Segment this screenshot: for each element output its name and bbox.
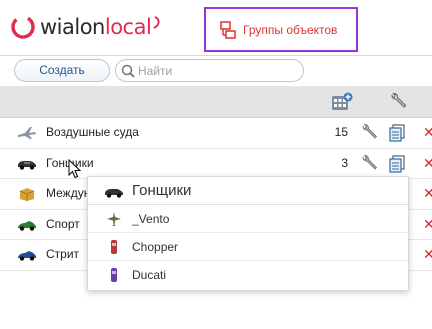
mouse-cursor-icon [68, 159, 82, 179]
units-icon[interactable] [331, 92, 353, 112]
list-item[interactable]: _Vento [88, 205, 408, 233]
table-row[interactable]: Воздушные суда 15 ✕ [0, 118, 432, 149]
group-name: Стрит [46, 247, 80, 261]
properties-icon[interactable] [389, 124, 406, 142]
unit-count: 15 [334, 125, 348, 139]
unit-name: Chopper [132, 240, 179, 254]
unit-name: _Vento [132, 212, 170, 226]
wrench-icon[interactable] [360, 124, 378, 142]
create-button[interactable]: Создать [14, 59, 110, 82]
race-car-icon [18, 160, 36, 170]
list-item[interactable]: Chopper [88, 233, 408, 261]
list-item[interactable]: Ducati [88, 261, 408, 289]
grid-header [0, 86, 432, 118]
delete-icon[interactable]: ✕ [423, 216, 432, 233]
delete-icon[interactable]: ✕ [423, 185, 432, 202]
properties-icon[interactable] [389, 154, 406, 173]
wrench-icon[interactable] [360, 154, 378, 173]
search-box[interactable] [115, 59, 304, 82]
app-logo[interactable]: wialonlocal [10, 12, 162, 42]
sport-car-icon [18, 220, 36, 231]
motorcycle-icon [111, 240, 117, 254]
logo-mark-icon [11, 15, 35, 39]
popup-title: Гонщики [132, 182, 192, 199]
delete-icon[interactable]: ✕ [423, 124, 432, 141]
unit-count: 3 [341, 155, 348, 170]
unit-groups-icon [220, 20, 236, 39]
logo-tail-icon [153, 16, 160, 29]
search-input[interactable] [138, 62, 298, 79]
group-name: Спорт [46, 216, 80, 231]
group-name: Воздушные суда [46, 125, 139, 139]
race-car-icon [105, 189, 123, 198]
motorcycle-icon [111, 268, 117, 282]
table-row[interactable]: Гонщики 3 ✕ [0, 148, 432, 179]
plane-icon [107, 212, 121, 226]
delete-icon[interactable]: ✕ [423, 155, 432, 172]
delete-icon[interactable]: ✕ [423, 246, 432, 263]
search-icon [121, 64, 135, 78]
tab-unit-groups[interactable]: Группы объектов [204, 7, 358, 52]
street-car-icon [18, 251, 36, 261]
group-units-popup: Гонщики _Vento Chopper Ducati [87, 176, 409, 291]
popup-header: Гонщики [88, 177, 408, 205]
tab-unit-groups-label: Группы объектов [243, 22, 338, 37]
unit-name: Ducati [132, 268, 167, 282]
top-bar: wialonlocal Группы объектов [0, 0, 432, 56]
logo-text: wialonlocal [40, 15, 152, 39]
tools-icon [391, 93, 407, 108]
airplane-icon [18, 127, 36, 139]
toolbar: Создать [0, 56, 432, 86]
cargo-box-icon [19, 188, 35, 201]
